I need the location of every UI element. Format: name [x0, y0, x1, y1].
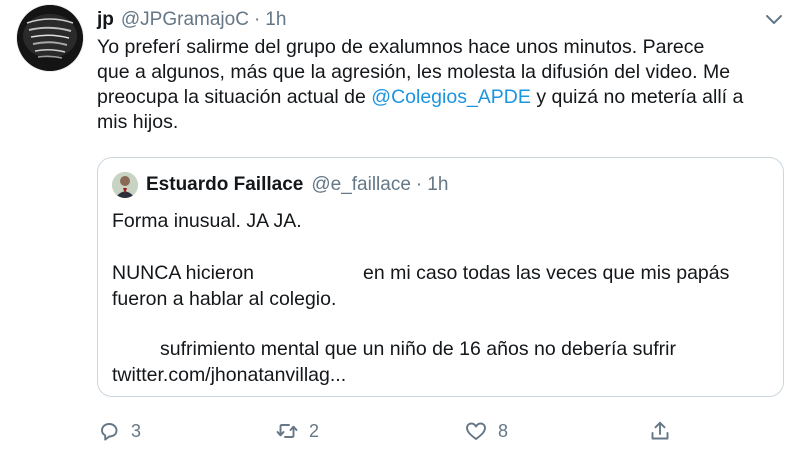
tweet-text-line: preocupa la situación actual de @Colegio… [97, 85, 787, 110]
quoted-avatar [112, 172, 138, 198]
timestamp[interactable]: 1h [265, 9, 286, 31]
tweet: jp @JPGramajoC · 1h Yo preferí salirme d… [0, 0, 800, 453]
quoted-link[interactable]: twitter.com/jhonatanvillag... [112, 362, 346, 388]
tweet-text-line: mis hijos. [97, 111, 179, 133]
tweet-text-segment: y quizá no metería allí a [530, 86, 744, 108]
share-button[interactable] [648, 417, 672, 445]
reply-button[interactable]: 3 [97, 417, 141, 445]
author-handle[interactable]: @JPGramajoC [121, 9, 249, 31]
share-icon [648, 419, 672, 443]
avatar-image [17, 5, 83, 71]
tweet-text-segment: preocupa la situación actual de [97, 86, 372, 108]
quoted-text-line: NUNCA hicieron [112, 262, 254, 284]
quoted-text-line: sufrimiento mental que un niño de 16 año… [160, 338, 676, 360]
tweet-text-line: Yo preferí salirme del grupo de exalumno… [97, 36, 705, 58]
quoted-timestamp: 1h [427, 174, 449, 195]
like-count: 8 [498, 420, 509, 441]
quoted-text-line: Forma inusual. JA JA. [112, 210, 302, 232]
retweet-button[interactable]: 2 [275, 417, 319, 445]
quoted-tweet-card[interactable]: Estuardo Faillace @e_faillace · 1h Forma… [97, 157, 784, 397]
tweet-text: Yo preferí salirme del grupo de exalumno… [97, 35, 787, 135]
author-name[interactable]: jp [97, 9, 114, 31]
quoted-author-handle: @e_faillace [311, 174, 411, 195]
heart-icon [464, 419, 488, 443]
separator-dot: · [415, 174, 423, 195]
quoted-text-line: fueron a hablar al colegio. [112, 288, 337, 310]
retweet-icon [275, 419, 299, 443]
quoted-author-name: Estuardo Faillace [146, 174, 304, 195]
retweet-count: 2 [309, 420, 320, 441]
quoted-text-line: en mi caso todas las veces que mis papás [363, 262, 730, 284]
quoted-tweet-header: Estuardo Faillace @e_faillace · 1h [112, 172, 448, 198]
reply-icon [97, 419, 121, 443]
tweet-header: jp @JPGramajoC · 1h [97, 7, 286, 33]
reply-count: 3 [131, 420, 142, 441]
separator-dot: · [253, 9, 261, 30]
mention-link[interactable]: @Colegios_APDE [371, 86, 531, 108]
tweet-text-line: que a algunos, más que la agresión, les … [97, 61, 731, 83]
tweet-actions: 3 2 8 [97, 417, 697, 445]
chevron-down-icon[interactable] [764, 12, 784, 28]
avatar[interactable] [17, 5, 83, 71]
like-button[interactable]: 8 [464, 417, 508, 445]
